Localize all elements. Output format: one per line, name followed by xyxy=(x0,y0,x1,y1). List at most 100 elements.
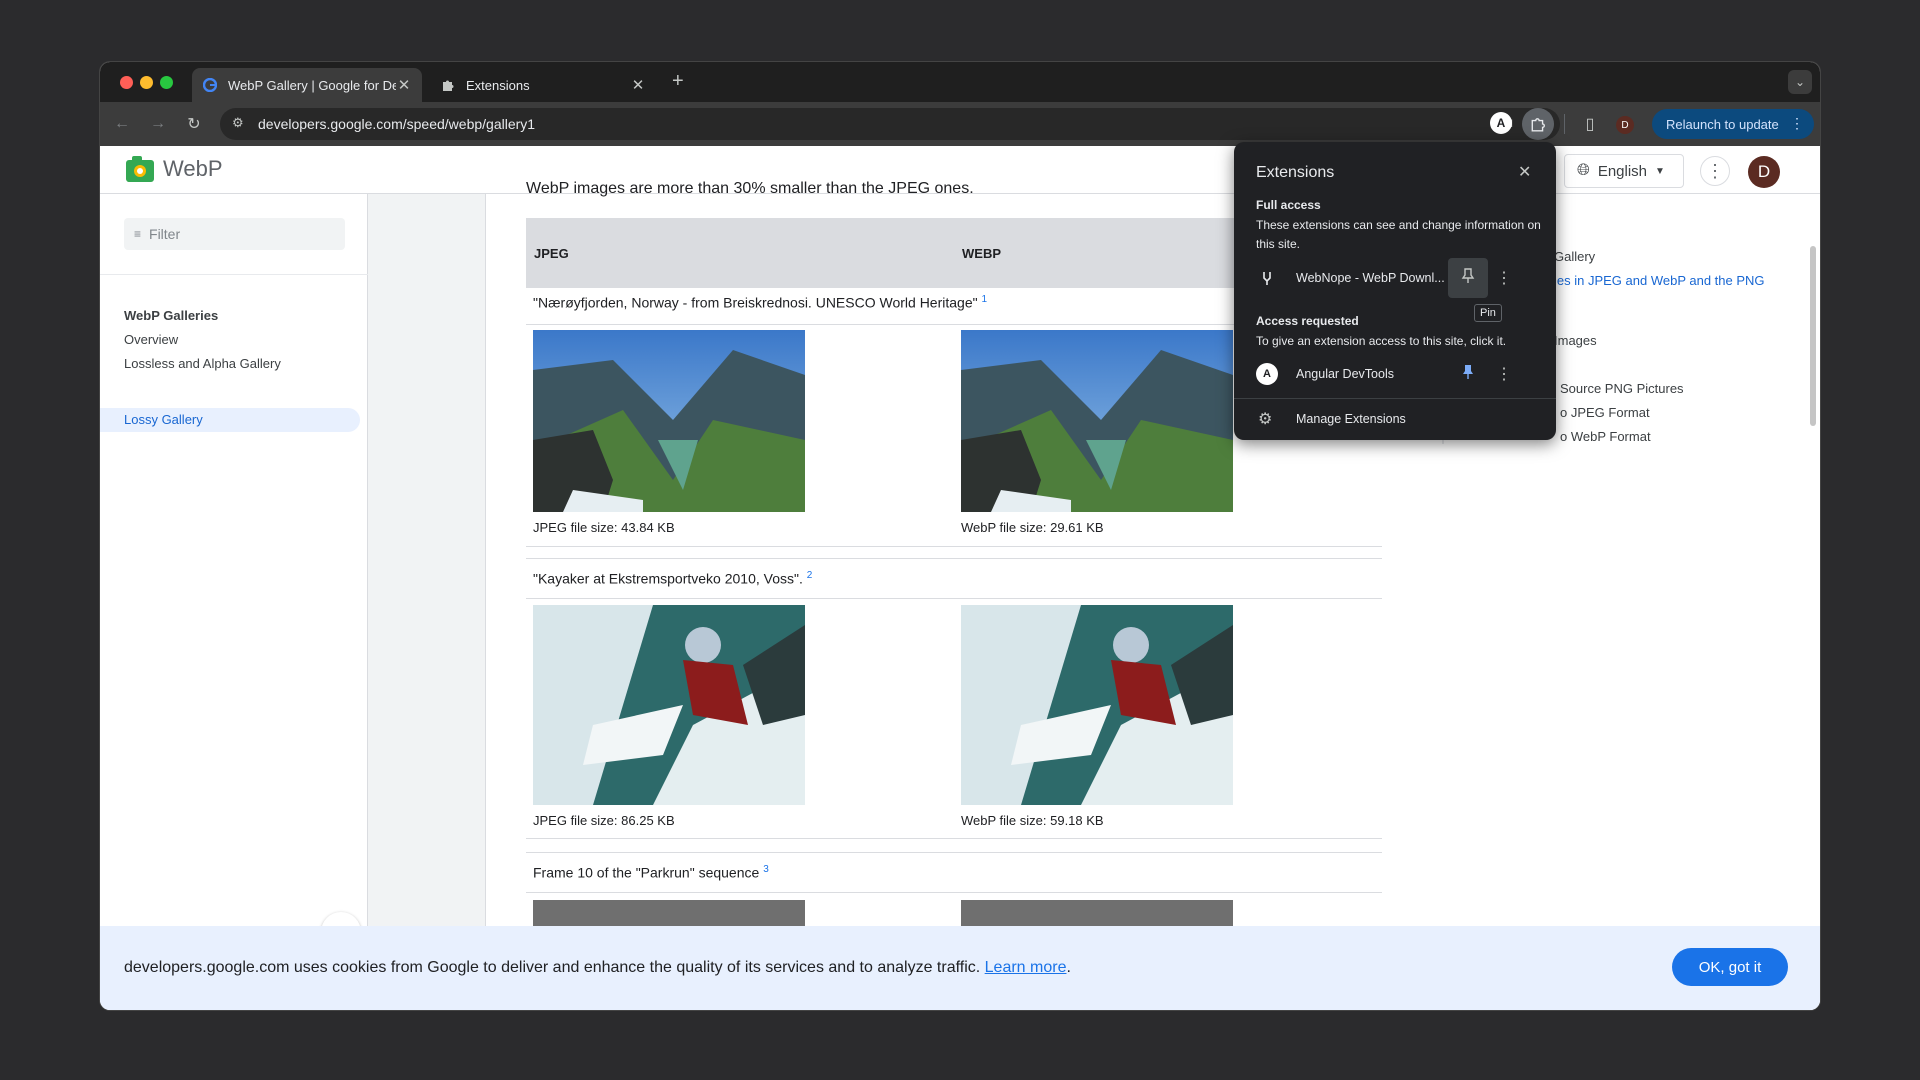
fjord-jpeg-image xyxy=(533,330,805,512)
site-logo-text[interactable]: WebP xyxy=(163,156,223,182)
tab-extensions[interactable]: Extensions ✕ xyxy=(430,68,656,102)
tab-search-button[interactable]: ⌄ xyxy=(1788,70,1812,94)
sidebar-item-lossy[interactable]: Lossy Gallery xyxy=(124,412,203,427)
nav-heading: WebP Galleries xyxy=(124,308,219,323)
kayaker-jpeg-image xyxy=(533,605,805,805)
caret-down-icon: ▼ xyxy=(1655,165,1665,177)
web-page: WebP 🌐︎ English ▼ ⋮ D ≡ Filter WebP Gall… xyxy=(100,146,1820,1010)
divider xyxy=(526,838,1382,839)
angular-extension-icon: A xyxy=(1256,363,1278,385)
extensions-popup: Extensions ✕ Full access These extension… xyxy=(1234,142,1556,440)
manage-extensions-label: Manage Extensions xyxy=(1296,412,1406,426)
relaunch-button[interactable]: Relaunch to update ⋮ xyxy=(1652,109,1814,139)
new-tab-button[interactable]: + xyxy=(672,70,684,93)
maximize-window-button[interactable] xyxy=(160,76,173,89)
language-select[interactable]: 🌐︎ English ▼ xyxy=(1564,154,1684,188)
pin-button[interactable] xyxy=(1448,258,1488,298)
angular-devtools-icon[interactable]: A xyxy=(1490,112,1512,134)
account-avatar[interactable]: D xyxy=(1748,156,1780,188)
webp-file-size: WebP file size: 29.61 KB xyxy=(961,520,1104,535)
reload-icon[interactable]: ↻ xyxy=(182,112,206,136)
divider xyxy=(100,274,368,275)
tab-title: Extensions xyxy=(466,77,530,93)
learn-more-link[interactable]: Learn more xyxy=(985,959,1067,976)
globe-icon: 🌐︎ xyxy=(1577,162,1590,179)
extension-more-icon[interactable]: ⋮ xyxy=(1496,364,1512,384)
pin-button[interactable] xyxy=(1448,354,1488,394)
kayaker-webp-image xyxy=(961,605,1233,805)
filter-input[interactable]: ≡ Filter xyxy=(124,218,345,250)
toc-item[interactable]: o WebP Format xyxy=(1560,429,1651,444)
extension-name-angular[interactable]: Angular DevTools xyxy=(1296,367,1394,381)
url-text: developers.google.com/speed/webp/gallery… xyxy=(258,116,536,132)
forward-icon[interactable]: → xyxy=(146,112,170,136)
pin-tooltip: Pin xyxy=(1474,304,1502,322)
divider xyxy=(526,598,1382,599)
toc-item[interactable]: o JPEG Format xyxy=(1560,405,1650,420)
tab-title: WebP Gallery | Google for Developers xyxy=(228,77,396,93)
access-requested-heading: Access requested xyxy=(1256,314,1359,328)
cookie-text: developers.google.com uses cookies from … xyxy=(124,959,981,976)
puzzle-icon xyxy=(440,77,456,93)
extension-name-webnope[interactable]: WebNope - WebP Downl... xyxy=(1296,271,1445,285)
menu-kebab-icon: ⋮ xyxy=(1790,115,1804,131)
full-access-description: These extensions can see and change info… xyxy=(1256,218,1541,251)
webp-file-size: WebP file size: 59.18 KB xyxy=(961,813,1104,828)
filter-placeholder: Filter xyxy=(149,226,181,242)
toc-item[interactable]: Images xyxy=(1554,333,1597,348)
column-header-jpeg: JPEG xyxy=(534,246,569,261)
more-options-button[interactable]: ⋮ xyxy=(1700,156,1730,186)
browser-window: WebP Gallery | Google for Developers ✕ E… xyxy=(100,62,1820,1010)
access-requested-description: To give an extension access to this site… xyxy=(1256,334,1507,348)
row-caption: "Nærøyfjorden, Norway - from Breiskredno… xyxy=(533,294,987,311)
google-icon xyxy=(202,77,218,93)
footnote-link[interactable]: 1 xyxy=(981,294,987,305)
caption-text: "Nærøyfjorden, Norway - from Breiskredno… xyxy=(533,294,978,311)
tab-strip: WebP Gallery | Google for Developers ✕ E… xyxy=(100,62,1820,102)
footnote-link[interactable]: 2 xyxy=(807,570,813,581)
cookie-banner: developers.google.com uses cookies from … xyxy=(100,926,1820,1010)
browser-toolbar: ← → ↻ ⚙ developers.google.com/speed/webp… xyxy=(100,102,1820,146)
manage-extensions-item[interactable]: ⚙ Manage Extensions xyxy=(1234,399,1556,439)
back-icon[interactable]: ← xyxy=(110,112,134,136)
side-panel-icon[interactable]: ▯ xyxy=(1578,112,1602,136)
jpeg-file-size: JPEG file size: 43.84 KB xyxy=(533,520,675,535)
sidebar-item-overview[interactable]: Overview xyxy=(124,332,178,347)
site-settings-icon[interactable]: ⚙ xyxy=(232,115,244,131)
profile-avatar[interactable]: D xyxy=(1616,116,1634,134)
toolbar-divider xyxy=(1564,114,1565,134)
webnope-extension-icon xyxy=(1256,267,1278,289)
close-tab-icon[interactable]: ✕ xyxy=(396,76,412,94)
relaunch-label: Relaunch to update xyxy=(1666,116,1779,132)
page-scrollbar[interactable] xyxy=(1810,246,1816,426)
close-icon[interactable]: ✕ xyxy=(1518,162,1531,182)
full-access-heading: Full access xyxy=(1256,198,1321,212)
footnote-link[interactable]: 3 xyxy=(763,864,769,875)
pin-outline-icon xyxy=(1461,267,1475,289)
sidebar-item-lossless[interactable]: Lossless and Alpha Gallery xyxy=(124,356,281,371)
minimize-window-button[interactable] xyxy=(140,76,153,89)
close-window-button[interactable] xyxy=(120,76,133,89)
row-caption: Frame 10 of the "Parkrun" sequence 3 xyxy=(533,864,769,881)
extension-more-icon[interactable]: ⋮ xyxy=(1496,268,1512,288)
popup-title: Extensions xyxy=(1256,164,1335,181)
gear-icon: ⚙ xyxy=(1258,411,1273,428)
extensions-puzzle-icon[interactable] xyxy=(1522,108,1554,140)
left-nav: ≡ Filter WebP Galleries Overview Lossles… xyxy=(100,194,368,974)
cookie-period: . xyxy=(1066,959,1071,976)
toc-item[interactable]: Gallery xyxy=(1554,249,1595,264)
ok-got-it-button[interactable]: OK, got it xyxy=(1672,948,1788,986)
divider xyxy=(526,546,1382,547)
tab-webp-gallery[interactable]: WebP Gallery | Google for Developers ✕ xyxy=(192,68,422,102)
toc-item-active[interactable]: les in JPEG and WebP and the PNG xyxy=(1554,273,1765,288)
fjord-webp-image xyxy=(961,330,1233,512)
column-header-webp: WEBP xyxy=(962,246,1001,261)
language-value: English xyxy=(1597,162,1648,180)
divider xyxy=(526,558,1382,559)
webp-logo-icon[interactable] xyxy=(126,156,154,182)
close-tab-icon[interactable]: ✕ xyxy=(630,76,646,94)
address-bar[interactable]: ⚙ developers.google.com/speed/webp/galle… xyxy=(220,108,1560,140)
filter-icon: ≡ xyxy=(134,227,142,241)
jpeg-file-size: JPEG file size: 86.25 KB xyxy=(533,813,675,828)
toc-item[interactable]: Source PNG Pictures xyxy=(1560,381,1684,396)
